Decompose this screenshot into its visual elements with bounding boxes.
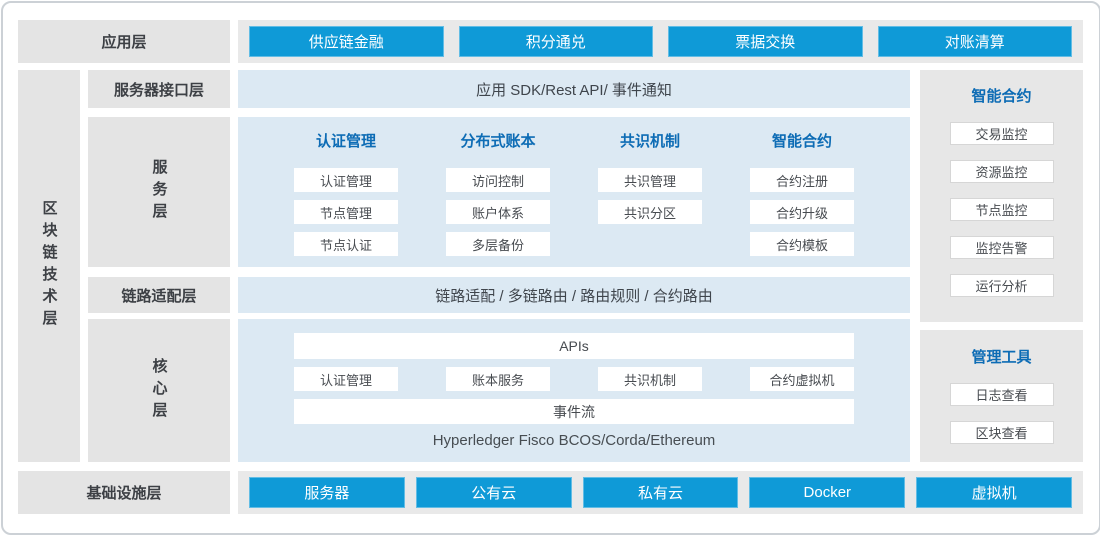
link-adaptation-layer-content: 链路适配 / 多链路由 / 路由规则 / 合约路由	[238, 277, 910, 313]
app-layer-strip: 供应链金融 积分通兑 票据交换 对账清算	[238, 20, 1083, 63]
app-layer-label: 应用层	[18, 20, 230, 63]
monitor-item: 交易监控	[950, 122, 1054, 145]
service-item: 共识分区	[598, 200, 702, 224]
right-panel-management-tools: 管理工具 日志查看 区块查看	[920, 330, 1083, 462]
core-layer-label: 核心层	[88, 319, 230, 462]
core-platforms-text: Hyperledger Fisco BCOS/Corda/Ethereum	[238, 432, 910, 449]
app-button-bill-exchange: 票据交换	[668, 26, 863, 57]
service-column-ledger: 分布式账本 访问控制 账户体系 多层备份	[446, 132, 550, 256]
service-column-smart-contract: 智能合约 合约注册 合约升级 合约模板	[750, 132, 854, 256]
service-item: 访问控制	[446, 168, 550, 192]
link-adaptation-layer-label: 链路适配层	[88, 277, 230, 313]
service-layer-label-text: 服务层	[152, 159, 167, 225]
service-column-smart-contract-header: 智能合约	[750, 132, 854, 152]
infra-button-docker: Docker	[749, 477, 905, 508]
service-item: 账户体系	[446, 200, 550, 224]
app-button-supply-chain-finance: 供应链金融	[249, 26, 444, 57]
core-module: 账本服务	[446, 367, 550, 391]
service-item: 合约模板	[750, 232, 854, 256]
right-panel-management-tools-header: 管理工具	[920, 348, 1083, 368]
service-column-auth: 认证管理 认证管理 节点管理 节点认证	[294, 132, 398, 256]
infra-layer-strip: 服务器 公有云 私有云 Docker 虚拟机	[238, 471, 1083, 514]
monitor-item: 运行分析	[950, 274, 1054, 297]
app-button-points-exchange: 积分通兑	[459, 26, 654, 57]
monitor-item: 监控告警	[950, 236, 1054, 259]
core-module: 合约虚拟机	[750, 367, 854, 391]
core-apis-bar: APIs	[294, 333, 854, 359]
infra-button-public-cloud: 公有云	[416, 477, 572, 508]
tool-item: 日志查看	[950, 383, 1054, 406]
core-module: 认证管理	[294, 367, 398, 391]
monitor-item: 节点监控	[950, 198, 1054, 221]
blockchain-tech-layer-label: 区块链技术层	[18, 70, 80, 462]
core-layer-panel: APIs 认证管理 账本服务 共识机制 合约虚拟机 事件流 Hyperledge…	[238, 319, 910, 462]
right-panel-smart-contract-header: 智能合约	[920, 87, 1083, 107]
service-layer-panel: 认证管理 认证管理 节点管理 节点认证 分布式账本 访问控制 账户体系 多层备份…	[238, 117, 910, 267]
server-interface-layer-content: 应用 SDK/Rest API/ 事件通知	[238, 70, 910, 108]
service-item: 节点认证	[294, 232, 398, 256]
service-item: 多层备份	[446, 232, 550, 256]
infra-button-server: 服务器	[249, 477, 405, 508]
service-item: 认证管理	[294, 168, 398, 192]
right-panel-smart-contract: 智能合约 交易监控 资源监控 节点监控 监控告警 运行分析	[920, 70, 1083, 322]
app-button-reconciliation: 对账清算	[878, 26, 1073, 57]
service-column-auth-header: 认证管理	[294, 132, 398, 152]
service-layer-label: 服务层	[88, 117, 230, 267]
service-item: 合约注册	[750, 168, 854, 192]
infra-button-private-cloud: 私有云	[583, 477, 739, 508]
service-item: 节点管理	[294, 200, 398, 224]
core-event-stream-bar: 事件流	[294, 399, 854, 424]
service-item: 合约升级	[750, 200, 854, 224]
blockchain-tech-layer-label-text: 区块链技术层	[42, 200, 57, 332]
service-column-consensus-header: 共识机制	[598, 132, 702, 152]
server-interface-layer-label: 服务器接口层	[88, 70, 230, 108]
core-layer-label-text: 核心层	[152, 358, 167, 424]
core-module: 共识机制	[598, 367, 702, 391]
infra-layer-label: 基础设施层	[18, 471, 230, 514]
monitor-item: 资源监控	[950, 160, 1054, 183]
service-column-consensus: 共识机制 共识管理 共识分区	[598, 132, 702, 256]
infra-button-vm: 虚拟机	[916, 477, 1072, 508]
tool-item: 区块查看	[950, 421, 1054, 444]
service-item: 共识管理	[598, 168, 702, 192]
service-column-ledger-header: 分布式账本	[446, 132, 550, 152]
